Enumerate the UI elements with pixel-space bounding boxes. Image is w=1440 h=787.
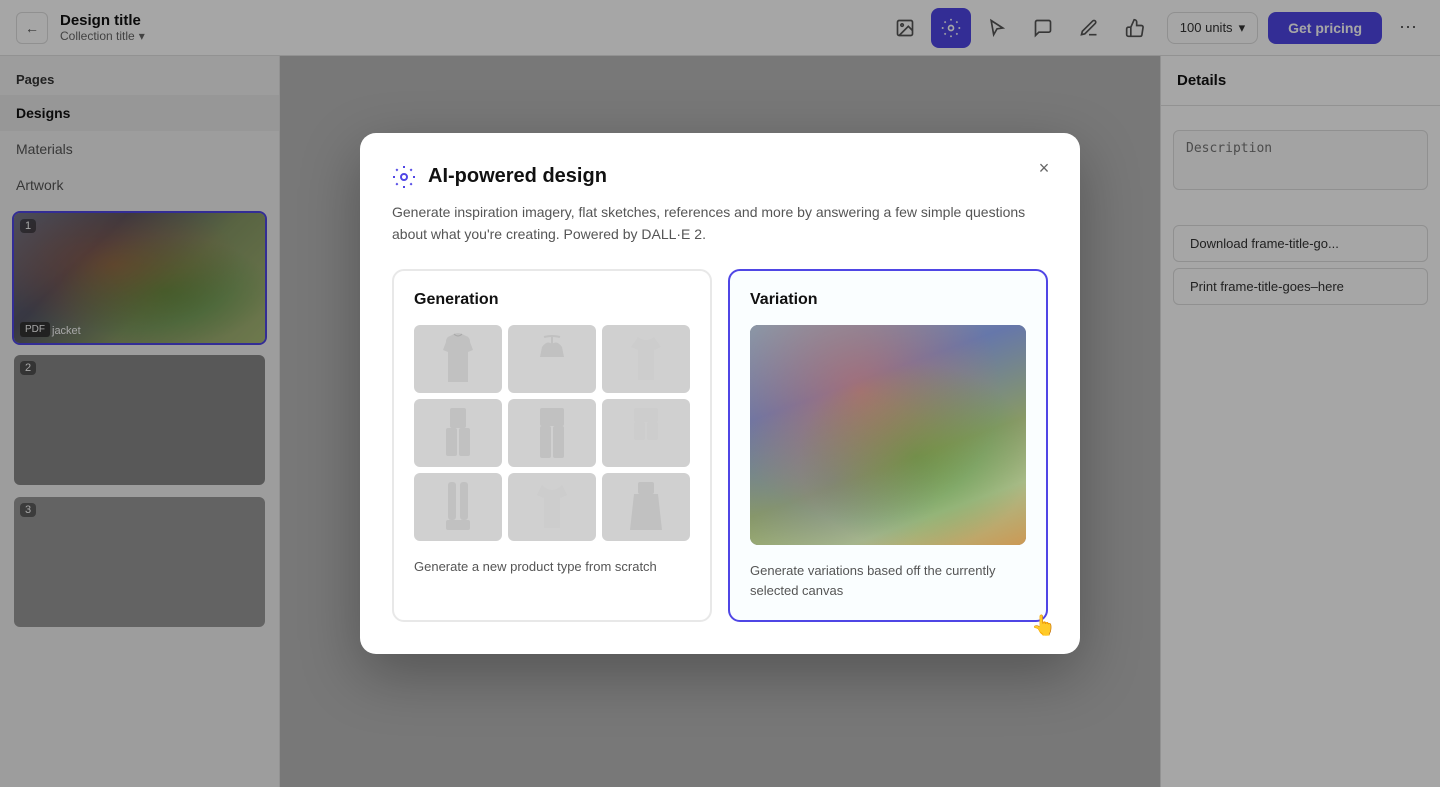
skirt-icon [626,480,666,535]
gen-item-overalls [414,399,502,467]
gen-item-suspenders [414,473,502,541]
tshirt-icon [626,332,666,387]
generation-card-desc: Generate a new product type from scratch [414,557,690,577]
shorts-icon [626,406,666,461]
modal-title: AI-powered design [428,165,607,188]
modal-close-button[interactable]: × [1028,153,1060,185]
overalls-icon [438,406,478,461]
gen-item-shorts [602,399,690,467]
gen-item-pants [508,399,596,467]
ai-design-modal: AI-powered design × Generate inspiration… [360,133,1080,655]
generation-card-title: Generation [414,291,690,309]
hoodie-icon [438,332,478,387]
jacket-flat-icon [532,480,572,535]
variation-card-title: Variation [750,291,1026,309]
generation-grid [414,325,690,541]
gen-item-jacket-flat [508,473,596,541]
modal-cards: Generation [392,269,1048,622]
modal-gear-icon [392,165,416,189]
gen-item-bra [508,325,596,393]
variation-jacket-preview [750,325,1026,545]
modal-header: AI-powered design [392,165,1048,189]
generation-card[interactable]: Generation [392,269,712,622]
cursor-pointer-icon: 👆 [1031,613,1056,638]
modal-overlay[interactable]: AI-powered design × Generate inspiration… [0,0,1440,787]
bra-icon [532,332,572,387]
variation-image [750,325,1026,545]
gen-item-tshirt [602,325,690,393]
suspenders-icon [438,480,478,535]
pants-icon [532,406,572,461]
variation-card[interactable]: Variation Generate variations based off … [728,269,1048,622]
gen-item-skirt [602,473,690,541]
modal-description: Generate inspiration imagery, flat sketc… [392,201,1048,246]
gen-item-hoodie [414,325,502,393]
variation-card-desc: Generate variations based off the curren… [750,561,1026,600]
